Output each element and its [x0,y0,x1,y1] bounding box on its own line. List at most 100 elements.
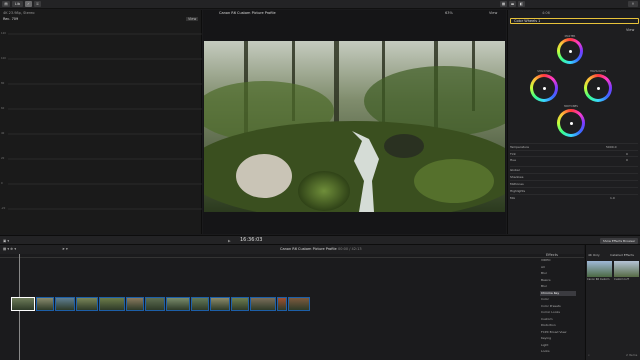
timeline-clip[interactable] [55,297,75,311]
timeline-clip[interactable] [11,297,35,311]
top-toolbar: ▤ Lib ✓ ⚿ ▦ ▬ ◧ ⇪ [0,0,640,9]
grid-icon: ▦ [501,2,506,6]
effects-category-list: VIDEO All Blur Basics Blur Chroma Key Color Col… [538,258,582,358]
timeline-tools[interactable]: ▦ ▾ ⊕ ▾ [3,247,16,251]
effects-category-item[interactable]: Comic Looks [540,310,576,315]
scope-scale-label: 20 [1,157,5,160]
midtones-wheel[interactable] [557,109,585,137]
timeline-title: Canon R6 Custom Picture Profile [280,247,337,251]
waveform-trace [9,54,200,191]
highlights-label: HIGHLIGHTS [589,70,607,73]
viewer-view-button[interactable]: View [489,11,497,15]
effects-category-item[interactable]: Light [540,343,576,348]
effects-tab-4k[interactable]: 4K Only [588,253,600,257]
timeline-clip[interactable] [36,297,54,311]
inspector-view-button[interactable]: View [626,28,634,32]
effects-category-item[interactable]: Blur [540,284,576,289]
section-highlights[interactable]: Highlights [510,187,638,193]
keyword-button[interactable]: ⚿ [34,1,41,7]
timeline-clip[interactable] [126,297,144,311]
mossy-rock [298,171,350,211]
timeline-clip[interactable] [277,297,287,311]
timecode-display[interactable]: 16:36:03 [240,238,262,243]
shadows-label: SHADOWS [537,70,551,73]
scope-view-button[interactable]: View [186,17,199,21]
scope-title: Rec. 709 [3,17,19,21]
share-button[interactable]: ⇪ [628,1,638,7]
timeline-clip[interactable] [288,297,310,311]
effect-thumb-1[interactable] [587,261,612,277]
temperature-row[interactable]: Temperature 5000.0 [510,143,638,149]
effect-selector[interactable]: Color Wheels 1 [510,18,639,24]
timeline-clip[interactable] [210,297,230,311]
timeline-icon: ▬ [510,2,515,6]
share-icon: ⇪ [631,2,635,6]
timeline-clip[interactable] [76,297,98,311]
tool-select-icon[interactable]: ▣ ▾ [3,239,9,243]
scope-scale-label: 80 [1,82,5,85]
check-icon: ✓ [27,2,30,6]
timeline-clip[interactable] [231,297,249,311]
effects-category-item[interactable]: FCPX Broad View [540,330,576,335]
temperature-label: Temperature [510,145,530,149]
effects-category-item[interactable]: Keying [540,336,576,341]
library-toggle-button[interactable]: ▤ [2,1,10,7]
timeline-ruler[interactable] [0,254,584,258]
mix-row[interactable]: Mix 1.0 [510,194,638,200]
checkmark-button[interactable]: ✓ [25,1,32,7]
effects-category-item[interactable]: Basics [540,278,576,283]
effect-name: Color Wheels 1 [514,19,541,23]
timeline-clip[interactable] [145,297,165,311]
hue-value[interactable]: 0 [626,157,628,163]
inspector-toggle-button[interactable]: ◧ [518,1,525,7]
waveform-scope-panel: 4K 23.98p, Stereo Rec. 709 View 120 100 80… [0,10,202,234]
timeline-clip[interactable] [250,297,276,311]
transport-bar: ▣ ▾ ▶ 16:36:03 [0,235,640,245]
play-button[interactable]: ▶ [228,239,231,243]
effects-category-item[interactable]: Chroma Key [540,290,576,296]
project-title: Canon R6 Custom Picture Profile [219,11,276,15]
master-wheel[interactable] [557,38,583,64]
effects-category-item[interactable]: Blur [540,271,576,276]
hue-row[interactable]: Hue 0 [510,156,638,162]
timeline-header: ▦ ▾ ⊕ ▾ ➤ ▾ Canon R6 Custom Picture Prof… [0,245,584,254]
effect-thumb-2[interactable] [614,261,639,277]
section-midtones[interactable]: Midtones [510,180,638,186]
viewer-panel: Canon R6 Custom Picture Profile 63% View [203,10,506,234]
inspector-icon: ◧ [519,2,524,6]
effects-category-item[interactable]: Looks [540,349,576,354]
browser-toggle-button[interactable]: ▦ [500,1,507,7]
timeline-duration: 00:00 / 42:13 [338,247,362,251]
color-inspector: 4:06 Color Wheels 1 View MASTER SHADOWS … [507,10,640,234]
effect-thumb-2-label: Custom LUT [614,278,629,281]
section-global[interactable]: Global [510,166,638,172]
master-label: MASTER [564,35,576,38]
effects-category-item[interactable]: Color Presets [540,304,576,309]
timeline-clip[interactable] [99,297,125,311]
effects-category-item[interactable]: Custom [540,317,576,322]
library-button[interactable]: Lib [12,1,23,7]
mix-value[interactable]: 1.0 [610,195,615,201]
show-effects-browser-button[interactable]: Show Effects Browser [600,238,638,244]
shadows-wheel[interactable] [530,74,558,102]
effects-tab-installed[interactable]: Installed Effects [610,253,634,257]
timeline-toggle-button[interactable]: ▬ [509,1,516,7]
video-frame [204,41,505,212]
scope-scale-label: 120 [1,32,6,35]
rock-left [236,154,292,198]
zoom-level[interactable]: 63% [445,11,453,15]
arrow-tool-icon[interactable]: ➤ ▾ [62,247,68,251]
effects-category-item[interactable]: VIDEO [540,258,576,263]
effects-search-icon[interactable]: ⌕ [588,353,590,357]
effects-category-item[interactable]: Color [540,297,576,302]
effects-category-item[interactable]: Distortion [540,323,576,328]
breadcrumb: 4K 23.98p, Stereo [3,11,35,15]
effects-category-item[interactable]: All [540,265,576,270]
timeline-clip[interactable] [166,297,190,311]
section-shadows[interactable]: Shadows [510,173,638,179]
mix-label: Mix [510,196,516,200]
timeline-clip[interactable] [191,297,209,311]
waveform-graph [8,33,202,210]
highlights-wheel[interactable] [584,74,612,102]
scope-scale-label: 40 [1,132,5,135]
